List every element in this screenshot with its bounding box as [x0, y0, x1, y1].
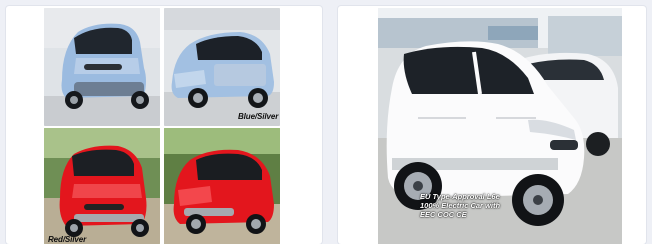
caption-red-silver: Red/Silver [48, 235, 87, 244]
hero-caption-line-3: EEC COC CE [420, 210, 467, 219]
car-photo-red-front[interactable] [44, 128, 160, 244]
hero-caption: EU Type-Approval L6e 100% Electric Car w… [420, 192, 530, 219]
hero-caption-line-1: EU Type-Approval L6e [420, 192, 500, 201]
car-photo-blue-side[interactable] [164, 8, 280, 126]
product-card-color-options[interactable]: Blue/Silver Red/Silver [6, 6, 322, 244]
hero-caption-line-2: 100% Electric Car with [420, 201, 501, 210]
page: Blue/Silver Red/Silver EU Type-Approval … [0, 0, 652, 244]
car-photo-red-side[interactable] [164, 128, 280, 244]
car-photo-blue-front[interactable] [44, 8, 160, 126]
caption-blue-silver: Blue/Silver [238, 112, 279, 121]
product-card-hero[interactable]: EU Type-Approval L6e 100% Electric Car w… [338, 6, 646, 244]
